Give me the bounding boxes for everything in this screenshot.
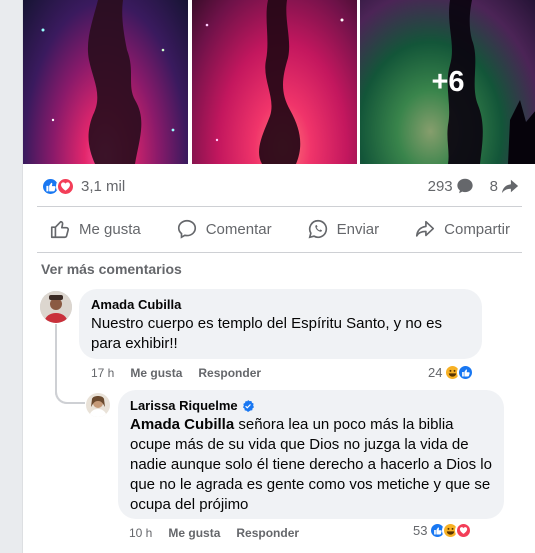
- comment-count: 293: [427, 177, 453, 195]
- comment-count-icon: [457, 178, 473, 194]
- silhouette-image-2: [205, 0, 344, 164]
- comment-reply-button[interactable]: Responder: [198, 366, 261, 380]
- reply-author[interactable]: Larissa Riquelme: [130, 398, 238, 413]
- comment-reaction-count: 24: [428, 365, 443, 380]
- reply-mention[interactable]: Amada Cubilla: [130, 416, 234, 433]
- like-button[interactable]: Me gusta: [37, 211, 153, 247]
- reactions-summary: 3,1 mil 293 8: [41, 174, 519, 198]
- avatar-larissa[interactable]: [86, 393, 110, 417]
- reply-reactions[interactable]: 53: [413, 522, 473, 539]
- reaction-count[interactable]: 3,1 mil: [81, 178, 125, 195]
- comment-like-button[interactable]: Me gusta: [130, 366, 182, 380]
- reply-text: Amada Cubilla señora lea un poco más la …: [130, 415, 492, 515]
- send-button[interactable]: Enviar: [295, 211, 392, 247]
- whatsapp-icon: [308, 219, 327, 239]
- share-count-icon: [501, 179, 519, 194]
- post-actions: Me gusta Comentar Enviar Compartir: [37, 210, 522, 248]
- comment-time[interactable]: 17 h: [91, 366, 114, 380]
- avatar-image: [40, 291, 72, 323]
- comment-text: Nuestro cuerpo es templo del Espíritu Sa…: [91, 315, 443, 352]
- avatar-image: [86, 393, 110, 417]
- post-photo-2[interactable]: [192, 0, 357, 164]
- reply-like-button[interactable]: Me gusta: [168, 526, 220, 540]
- comment-bubble: Amada Cubilla Nuestro cuerpo es templo d…: [79, 289, 482, 359]
- post-photo-1[interactable]: [23, 0, 188, 164]
- share-icon: [416, 220, 435, 237]
- like-reaction-icon: [457, 364, 475, 381]
- reply-meta: 10 h Me gusta Responder: [129, 526, 299, 540]
- reply-bubble: Larissa Riquelme Amada Cubilla señora le…: [118, 390, 504, 519]
- love-reaction-icon: [455, 522, 473, 539]
- share-button[interactable]: Compartir: [402, 211, 522, 247]
- divider: [37, 252, 522, 253]
- reaction-icons[interactable]: [41, 176, 75, 196]
- reply-reply-button[interactable]: Responder: [236, 526, 299, 540]
- post-card: +6 3,1 mil 293 8 Me gusta Comentar Envia…: [22, 0, 535, 553]
- reply-time[interactable]: 10 h: [129, 526, 152, 540]
- silhouette-image-1: [41, 0, 175, 164]
- share-count-group[interactable]: 8: [490, 177, 519, 195]
- photo-grid: +6: [23, 0, 535, 164]
- send-label: Enviar: [336, 220, 380, 238]
- comment-count-group[interactable]: 293: [428, 177, 474, 195]
- post-photo-3[interactable]: +6: [360, 0, 535, 164]
- comment-reactions[interactable]: 24: [428, 364, 475, 381]
- share-label: Compartir: [444, 220, 510, 238]
- divider: [37, 206, 522, 207]
- see-more-comments-link[interactable]: Ver más comentarios: [41, 261, 182, 277]
- reply-connector: [55, 360, 85, 404]
- reply-reaction-count: 53: [413, 523, 428, 538]
- comment-meta: 17 h Me gusta Responder: [91, 366, 261, 380]
- like-icon: [50, 220, 70, 239]
- comment-button[interactable]: Comentar: [164, 211, 284, 247]
- more-photos-overlay[interactable]: +6: [360, 0, 535, 164]
- comment-icon: [177, 219, 196, 239]
- share-count: 8: [489, 177, 498, 195]
- comment-label: Comentar: [205, 220, 272, 238]
- comment-author[interactable]: Amada Cubilla: [91, 297, 181, 312]
- like-label: Me gusta: [79, 220, 141, 238]
- verified-badge-icon: [242, 399, 254, 412]
- love-reaction-icon: [56, 176, 75, 196]
- thread-line: [55, 324, 57, 362]
- avatar-amada[interactable]: [40, 291, 72, 323]
